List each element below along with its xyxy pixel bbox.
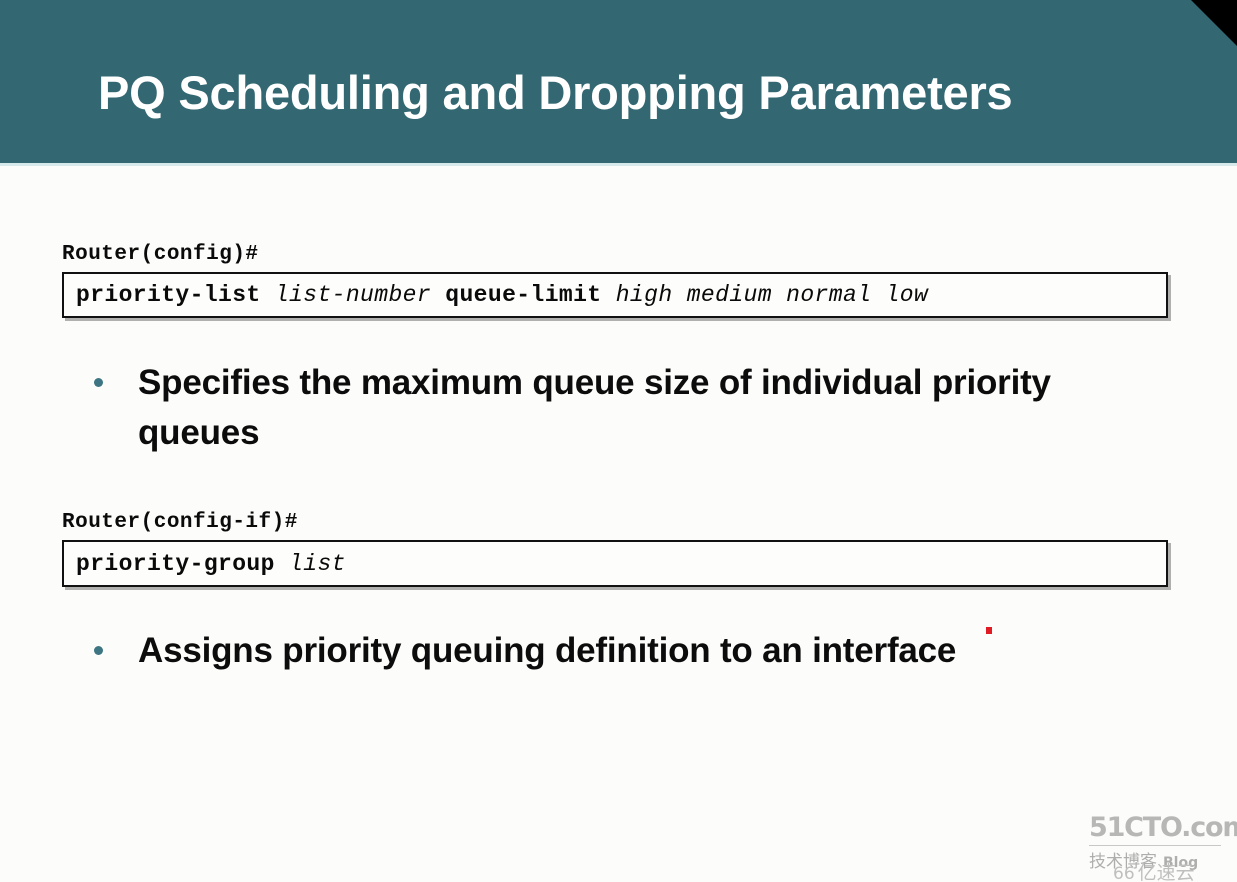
command-arg-queue-levels: high medium normal low bbox=[615, 282, 929, 308]
bullet-dot-icon bbox=[94, 378, 103, 387]
bullet-text-queue-size: Specifies the maximum queue size of indi… bbox=[138, 363, 1051, 452]
command-text-priority-list: priority-list list-number queue-limit hi… bbox=[76, 282, 928, 308]
command-keyword-queue-limit: queue-limit bbox=[445, 282, 602, 308]
red-cursor-artifact bbox=[986, 627, 992, 634]
corner-triangle-decoration bbox=[1191, 0, 1237, 46]
header-underline bbox=[0, 163, 1237, 166]
command-text-priority-group: priority-group list bbox=[76, 551, 346, 577]
command-arg-list-number: list-number bbox=[274, 282, 432, 308]
command-keyword-priority-list: priority-list bbox=[76, 282, 261, 308]
bullet-dot-icon bbox=[94, 646, 103, 655]
command-arg-list: list bbox=[289, 550, 346, 577]
page-title: PQ Scheduling and Dropping Parameters bbox=[98, 66, 1013, 119]
command-keyword-priority-group: priority-group bbox=[76, 550, 275, 577]
watermark-site-name: 51CTO.com bbox=[1089, 812, 1237, 843]
cloud-icon: 66 bbox=[1113, 864, 1135, 882]
command-box-priority-group: priority-group list bbox=[62, 540, 1168, 587]
command-box-priority-list: priority-list list-number queue-limit hi… bbox=[62, 272, 1168, 318]
watermark-cloud-logo: 66 亿速云 bbox=[1113, 858, 1195, 882]
bullet-item-queue-size: Specifies the maximum queue size of indi… bbox=[94, 358, 1094, 457]
bullet-item-assign-interface: Assigns priority queuing definition to a… bbox=[94, 626, 1154, 676]
slide-canvas: PQ Scheduling and Dropping Parameters Ro… bbox=[0, 0, 1237, 882]
prompt-label-config-if: Router(config-if)# bbox=[62, 511, 298, 534]
bullet-text-assign-interface: Assigns priority queuing definition to a… bbox=[138, 631, 957, 670]
watermark-cloud-text: 亿速云 bbox=[1137, 862, 1195, 882]
watermark-divider bbox=[1089, 845, 1221, 846]
watermark: 51CTO.com 技术博客 Blog 66 亿速云 bbox=[1085, 812, 1237, 882]
prompt-label-config: Router(config)# bbox=[62, 243, 259, 266]
